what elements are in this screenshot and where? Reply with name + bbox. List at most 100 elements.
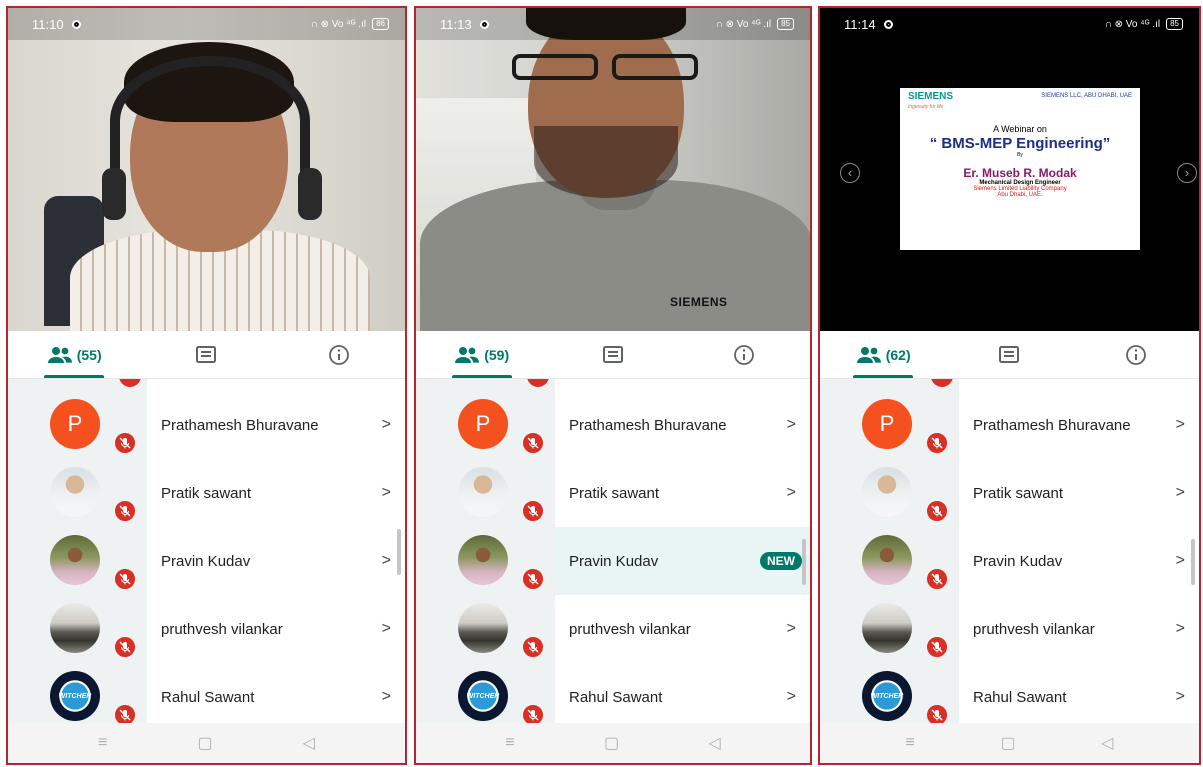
system-nav-bar: ≡ ▢ ◁ <box>820 723 1199 763</box>
list-item[interactable]: pruthvesh vilankar > <box>820 595 1199 663</box>
system-nav-bar: ≡ ▢ ◁ <box>416 723 810 763</box>
chevron-right-icon[interactable]: > <box>787 620 796 638</box>
tab-info[interactable] <box>1073 331 1199 378</box>
tab-chat[interactable] <box>946 331 1072 378</box>
scrollbar[interactable] <box>1191 539 1195 585</box>
chevron-right-icon[interactable]: > <box>787 416 796 434</box>
people-icon <box>47 346 72 363</box>
tab-chat[interactable] <box>140 331 272 378</box>
slide-presenter: Er. Museb R. Modak <box>963 166 1077 180</box>
tab-people[interactable]: (59) <box>416 331 547 378</box>
tab-info[interactable] <box>273 331 405 378</box>
home-icon[interactable]: ▢ <box>604 733 619 753</box>
chevron-right-icon[interactable]: > <box>382 416 391 434</box>
participant-list[interactable]: P Prathamesh Bhuravane > Pratik sawant > P… <box>416 379 810 727</box>
row-body: Pratik sawant > <box>147 459 405 527</box>
list-item[interactable]: Pratik sawant > <box>820 459 1199 527</box>
chevron-right-icon[interactable]: > <box>382 620 391 638</box>
next-slide-button[interactable]: › <box>1177 163 1197 183</box>
participant-count: (59) <box>484 346 510 363</box>
list-item[interactable]: Pratik sawant > <box>8 459 405 527</box>
avatar <box>458 467 508 517</box>
list-item[interactable]: P Prathamesh Bhuravane > <box>8 391 405 459</box>
chevron-right-icon[interactable]: > <box>1176 620 1185 638</box>
chevron-right-icon[interactable]: > <box>787 688 796 706</box>
chevron-right-icon[interactable]: > <box>787 484 796 502</box>
chevron-right-icon[interactable]: > <box>1176 552 1185 570</box>
location-icon <box>479 19 489 29</box>
scrollbar[interactable] <box>802 539 806 585</box>
back-icon[interactable]: ◁ <box>708 733 720 753</box>
participant-name: Rahul Sawant <box>569 688 663 706</box>
chevron-right-icon[interactable]: > <box>382 552 391 570</box>
avatar: P <box>458 399 508 449</box>
home-icon[interactable]: ▢ <box>1000 733 1015 753</box>
meeting-screen-2: SIEMENS 11:13 ∩ ⊗ Vo ⁴ᴳ .ıl 85 (59) P Pra… <box>414 6 812 765</box>
row-body: Rahul Sawant > <box>959 663 1199 727</box>
tab-info[interactable] <box>679 331 810 378</box>
people-icon <box>856 346 881 363</box>
participant-name: Pratik sawant <box>569 484 660 502</box>
tab-chat[interactable] <box>547 331 678 378</box>
tab-people[interactable]: (55) <box>8 331 140 378</box>
headset <box>110 56 310 186</box>
list-item[interactable]: WITCHER Rahul Sawant > <box>8 663 405 727</box>
participant-name: Prathamesh Bhuravane <box>973 416 1131 434</box>
avatar: P <box>862 399 912 449</box>
row-body: Pratik sawant > <box>959 459 1199 527</box>
slide-tagline: Ingenuity for life <box>908 104 944 110</box>
row-body: pruthvesh vilankar > <box>147 595 405 663</box>
list-item[interactable]: WITCHER Rahul Sawant > <box>820 663 1199 727</box>
glasses-right-lens <box>612 54 698 80</box>
menu-icon[interactable]: ≡ <box>906 734 915 752</box>
list-item[interactable]: Pravin Kudav > <box>8 527 405 595</box>
avatar-cell <box>820 459 959 527</box>
list-item[interactable]: WITCHER Rahul Sawant > <box>416 663 810 727</box>
previous-slide-button[interactable]: ‹ <box>840 163 860 183</box>
list-item[interactable]: Pravin Kudav NEW <box>416 527 810 595</box>
menu-icon[interactable]: ≡ <box>98 734 107 752</box>
mic-off-icon <box>925 635 949 659</box>
menu-icon[interactable]: ≡ <box>505 734 514 752</box>
home-icon[interactable]: ▢ <box>197 733 212 753</box>
chevron-right-icon[interactable]: > <box>382 688 391 706</box>
slide-company: SIEMENS LLC, ABU DHABI, UAE <box>1041 93 1132 99</box>
chevron-right-icon[interactable]: > <box>382 484 391 502</box>
list-item[interactable]: pruthvesh vilankar > <box>416 595 810 663</box>
row-body: Pratik sawant > <box>555 459 810 527</box>
scrollbar[interactable] <box>397 529 401 575</box>
tab-people[interactable]: (62) <box>820 331 946 378</box>
avatar <box>862 603 912 653</box>
status-icons: ∩ ⊗ Vo ⁴ᴳ .ıl <box>715 18 772 30</box>
avatar-cell <box>416 595 555 663</box>
status-time: 11:13 <box>440 16 472 32</box>
glasses-left-lens <box>512 54 598 80</box>
avatar-badge-text: WITCHER <box>870 692 904 700</box>
avatar <box>458 603 508 653</box>
participant-name: Rahul Sawant <box>161 688 255 706</box>
chevron-right-icon[interactable]: > <box>1176 416 1185 434</box>
battery-icon: 85 <box>777 18 794 30</box>
avatar: WITCHER <box>862 671 912 721</box>
meeting-tabs: (59) <box>416 331 810 379</box>
list-item[interactable]: P Prathamesh Bhuravane > <box>416 391 810 459</box>
back-icon[interactable]: ◁ <box>303 733 315 753</box>
participant-list[interactable]: P Prathamesh Bhuravane > Pratik sawant > P… <box>8 379 405 727</box>
mic-off-icon <box>113 499 137 523</box>
avatar: WITCHER <box>458 671 508 721</box>
back-icon[interactable]: ◁ <box>1101 733 1113 753</box>
list-item[interactable]: Pravin Kudav > <box>820 527 1199 595</box>
status-time: 11:10 <box>32 16 64 32</box>
mic-off-icon <box>113 567 137 591</box>
row-body: Pravin Kudav NEW <box>555 527 810 595</box>
list-item[interactable]: P Prathamesh Bhuravane > <box>820 391 1199 459</box>
meeting-tabs: (62) <box>820 331 1199 379</box>
chevron-right-icon[interactable]: > <box>1176 484 1185 502</box>
list-item[interactable]: pruthvesh vilankar > <box>8 595 405 663</box>
slide-location: Abu Dhabi, UAE. <box>997 192 1043 198</box>
list-item[interactable]: Pratik sawant > <box>416 459 810 527</box>
participant-list[interactable]: P Prathamesh Bhuravane > Pratik sawant > P… <box>820 379 1199 727</box>
mic-off-icon <box>925 567 949 591</box>
avatar-badge-text: WITCHER <box>466 692 500 700</box>
chevron-right-icon[interactable]: > <box>1176 688 1185 706</box>
